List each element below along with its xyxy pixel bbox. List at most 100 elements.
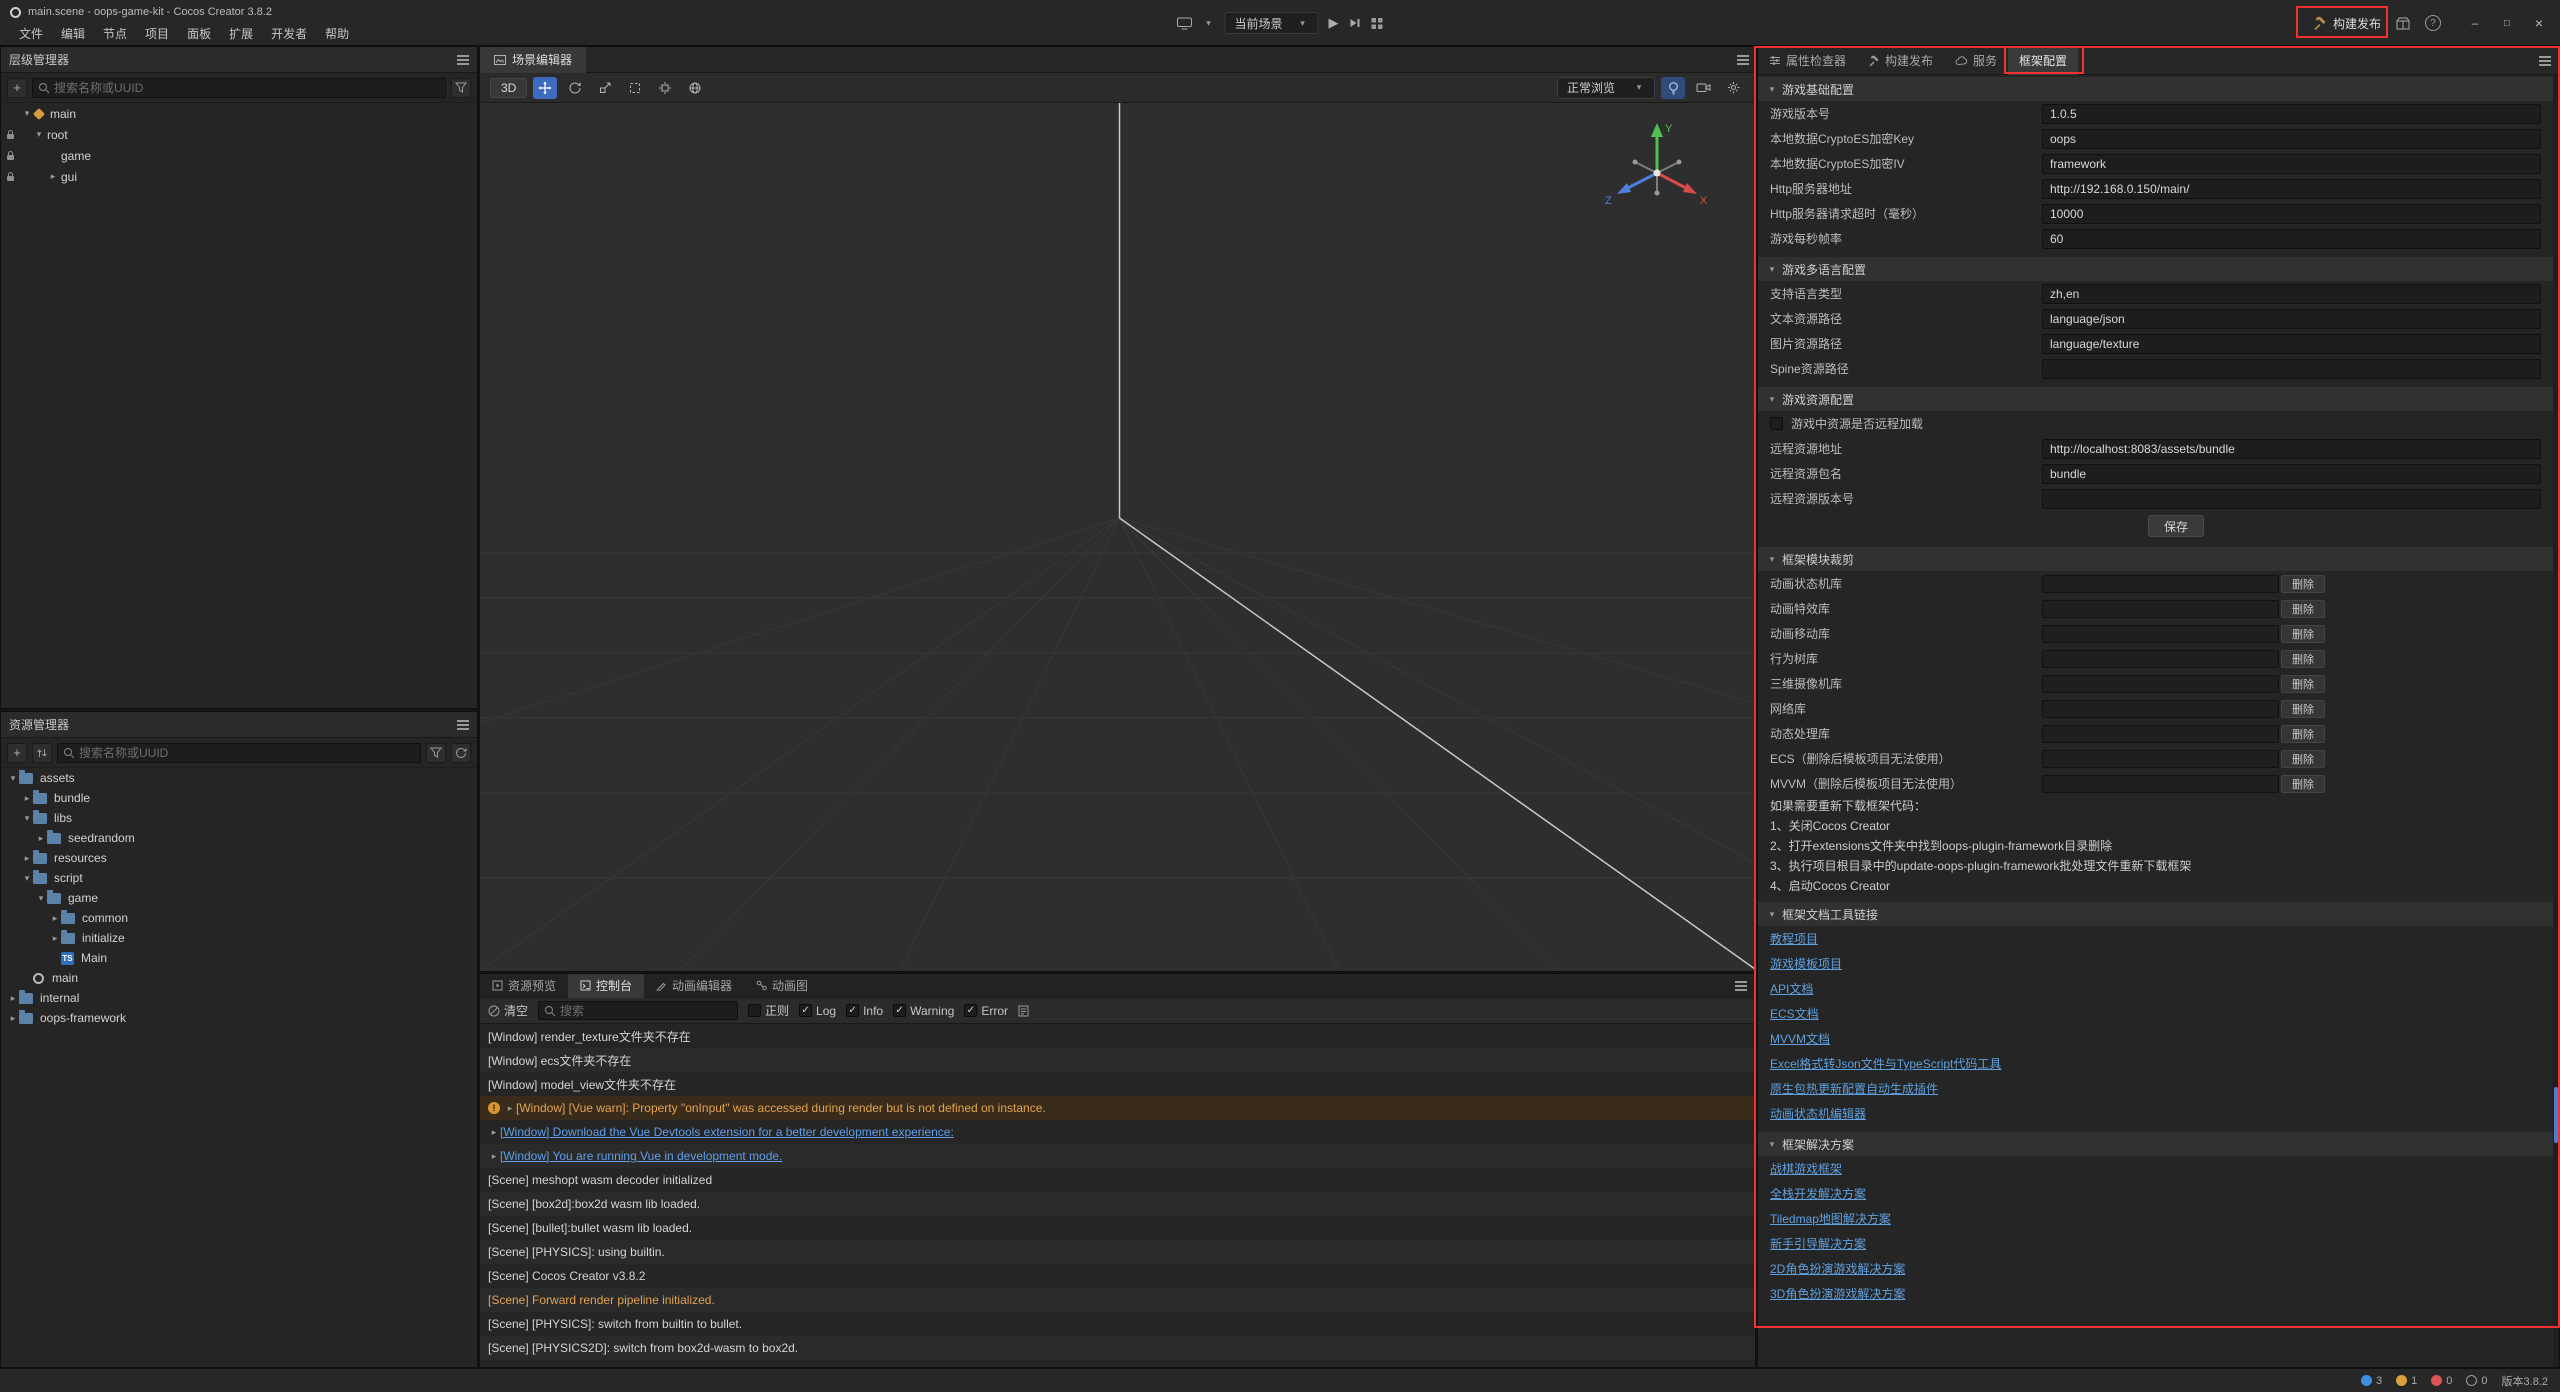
asset-node-game[interactable]: game xyxy=(1,888,477,908)
console-line[interactable]: [Scene] [PHYSICS]: using builtin. xyxy=(480,1240,1755,1264)
export-log-icon[interactable] xyxy=(1018,1005,1029,1017)
delete-button[interactable]: 删除 xyxy=(2281,600,2325,618)
layout-grid-icon[interactable] xyxy=(1371,17,1384,30)
package-icon[interactable] xyxy=(2396,17,2410,30)
rotate-tool-icon[interactable] xyxy=(563,77,587,99)
panel-menu-icon[interactable] xyxy=(1735,981,1747,991)
section-solutions[interactable]: 框架解决方案 xyxy=(1758,1132,2553,1156)
filter-log[interactable]: Log xyxy=(799,1004,836,1018)
asset-node-seedrandom[interactable]: seedrandom xyxy=(1,828,477,848)
tab-console[interactable]: 控制台 xyxy=(568,974,644,998)
asset-node-internal[interactable]: internal xyxy=(1,988,477,1008)
inspector-scrollbar[interactable] xyxy=(2553,75,2559,1367)
image-path-input[interactable] xyxy=(2042,334,2541,354)
orientation-gizmo[interactable]: Y X Z xyxy=(1597,113,1717,217)
scrollbar-thumb[interactable] xyxy=(2554,1087,2558,1143)
solution-link[interactable]: 战棋游戏框架 xyxy=(1770,1160,1842,1177)
hierarchy-node-game[interactable]: game xyxy=(1,145,477,166)
build-publish-button[interactable]: 构建发布 xyxy=(2312,15,2381,32)
chevron-down-icon[interactable] xyxy=(1202,19,1214,28)
text-path-input[interactable] xyxy=(2042,309,2541,329)
camera-icon[interactable] xyxy=(1691,77,1715,99)
tab-scene-editor[interactable]: 场景编辑器 xyxy=(480,47,586,73)
error-count[interactable]: 0 xyxy=(2431,1375,2452,1387)
pivot-tool-icon[interactable] xyxy=(653,77,677,99)
doc-link[interactable]: 游戏模板项目 xyxy=(1770,955,1842,972)
minimize-button[interactable] xyxy=(2462,13,2488,33)
section-game-basic[interactable]: 游戏基础配置 xyxy=(1758,77,2553,101)
menu-panel[interactable]: 面板 xyxy=(178,25,220,42)
tab-build-publish[interactable]: 构建发布 xyxy=(1857,47,1944,75)
tab-animation-editor[interactable]: 动画编辑器 xyxy=(644,974,744,998)
hierarchy-node-main[interactable]: main xyxy=(1,103,477,124)
asset-node-resources[interactable]: resources xyxy=(1,848,477,868)
crypto-iv-input[interactable] xyxy=(2042,154,2541,174)
console-line[interactable]: [Scene] [box2d]:box2d wasm lib loaded. xyxy=(480,1192,1755,1216)
3d-mode-button[interactable]: 3D xyxy=(490,78,527,98)
delete-button[interactable]: 删除 xyxy=(2281,650,2325,668)
console-line[interactable]: [Scene] meshopt wasm decoder initialized xyxy=(480,1168,1755,1192)
section-game-resources[interactable]: 游戏资源配置 xyxy=(1758,387,2553,411)
doc-link[interactable]: Excel格式转Json文件与TypeScript代码工具 xyxy=(1770,1055,2001,1072)
regex-checkbox[interactable] xyxy=(748,1004,761,1017)
solution-link[interactable]: 全栈开发解决方案 xyxy=(1770,1185,1866,1202)
doc-link[interactable]: ECS文档 xyxy=(1770,1005,1819,1022)
asset-node-main-ts[interactable]: TSMain xyxy=(1,948,477,968)
console-line-warning[interactable]: [Scene] Forward render pipeline initiali… xyxy=(480,1288,1755,1312)
doc-link[interactable]: 教程项目 xyxy=(1770,930,1818,947)
console-line-link[interactable]: [Window] You are running Vue in developm… xyxy=(480,1144,1755,1168)
help-icon[interactable] xyxy=(2425,15,2441,31)
console-line[interactable]: [Scene] [bullet]:bullet wasm lib loaded. xyxy=(480,1216,1755,1240)
scene-dropdown[interactable]: 当前场景 xyxy=(1224,12,1318,34)
languages-input[interactable] xyxy=(2042,284,2541,304)
section-game-language[interactable]: 游戏多语言配置 xyxy=(1758,257,2553,281)
http-server-input[interactable] xyxy=(2042,179,2541,199)
expand-arrow-icon[interactable] xyxy=(47,172,59,181)
game-version-input[interactable] xyxy=(2042,104,2541,124)
warning-count[interactable]: 1 xyxy=(2396,1375,2417,1387)
delete-button[interactable]: 删除 xyxy=(2281,750,2325,768)
remote-bundle-input[interactable] xyxy=(2042,464,2541,484)
console-line-link[interactable]: [Window] Download the Vue Devtools exten… xyxy=(480,1120,1755,1144)
asset-node-common[interactable]: common xyxy=(1,908,477,928)
tab-asset-preview[interactable]: 资源预览 xyxy=(480,974,568,998)
menu-edit[interactable]: 编辑 xyxy=(52,25,94,42)
hierarchy-search-input[interactable] xyxy=(54,81,440,95)
scene-viewport[interactable]: Y X Z xyxy=(480,103,1755,971)
tab-framework-config[interactable]: 框架配置 xyxy=(2008,47,2078,75)
delete-button[interactable]: 删除 xyxy=(2281,725,2325,743)
filter-icon[interactable] xyxy=(451,78,471,98)
asset-node-bundle[interactable]: bundle xyxy=(1,788,477,808)
regex-toggle[interactable]: 正则 xyxy=(748,1002,789,1019)
clear-console-button[interactable]: 清空 xyxy=(488,1002,528,1019)
delete-button[interactable]: 删除 xyxy=(2281,775,2325,793)
console-line[interactable]: [Scene] Cocos Creator v3.8.2 xyxy=(480,1264,1755,1288)
doc-link[interactable]: 动画状态机编辑器 xyxy=(1770,1105,1866,1122)
console-line-warning[interactable]: [Window] [Vue warn]: Property "onInput" … xyxy=(480,1096,1755,1120)
section-doc-links[interactable]: 框架文档工具链接 xyxy=(1758,902,2553,926)
error-checkbox[interactable] xyxy=(964,1004,977,1017)
asset-node-script[interactable]: script xyxy=(1,868,477,888)
filter-warning[interactable]: Warning xyxy=(893,1004,954,1018)
rect-tool-icon[interactable] xyxy=(623,77,647,99)
tab-service[interactable]: 服务 xyxy=(1944,47,2008,75)
expand-arrow-icon[interactable] xyxy=(488,1128,500,1137)
expand-arrow-icon[interactable] xyxy=(33,130,45,139)
panel-menu-icon[interactable] xyxy=(457,720,469,730)
info-checkbox[interactable] xyxy=(846,1004,859,1017)
section-framework-modules[interactable]: 框架模块裁剪 xyxy=(1758,547,2553,571)
expand-arrow-icon[interactable] xyxy=(21,109,33,118)
add-node-button[interactable] xyxy=(7,78,27,98)
filter-error[interactable]: Error xyxy=(964,1004,1008,1018)
solution-link[interactable]: 新手引导解决方案 xyxy=(1770,1235,1866,1252)
warning-checkbox[interactable] xyxy=(893,1004,906,1017)
menu-project[interactable]: 项目 xyxy=(136,25,178,42)
message-count[interactable]: 3 xyxy=(2361,1375,2382,1387)
console-line[interactable]: [Window] render_texture文件夹不存在 xyxy=(480,1024,1755,1048)
coordinate-space-icon[interactable] xyxy=(683,77,707,99)
remote-url-input[interactable] xyxy=(2042,439,2541,459)
preview-device-icon[interactable] xyxy=(1176,17,1192,30)
hierarchy-node-gui[interactable]: gui xyxy=(1,166,477,187)
solution-link[interactable]: 3D角色扮演游戏解决方案 xyxy=(1770,1285,1905,1302)
crypto-key-input[interactable] xyxy=(2042,129,2541,149)
